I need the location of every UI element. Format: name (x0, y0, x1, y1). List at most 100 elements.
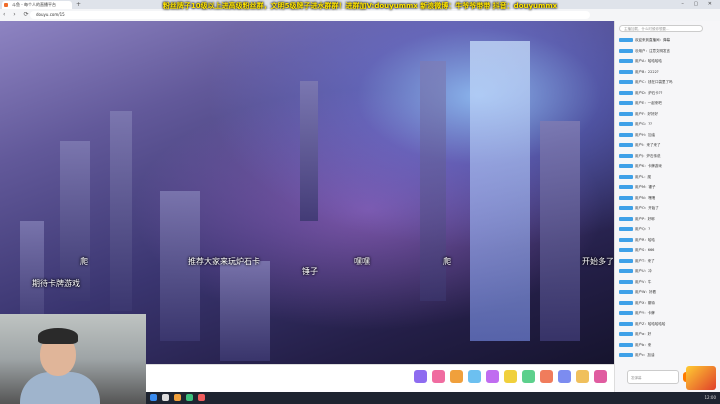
taskbar-clock: 12:00 (704, 395, 716, 400)
streamer-hair (38, 328, 78, 344)
chat-text: 用户C：钱在口袋里了吗 (635, 80, 673, 84)
fan-badge-icon (619, 153, 633, 158)
fan-badge-icon (619, 279, 633, 284)
chat-message: 用户T：来了 (619, 258, 717, 264)
chat-message: 用户D：炉石卡?? (619, 90, 717, 96)
chat-message: 用户X：期待 (619, 300, 717, 306)
fan-badge-icon (619, 258, 633, 263)
fan-badge-icon (619, 353, 633, 357)
avatar-sticker (686, 366, 716, 390)
chat-text: 用户N：嘿嘿 (635, 195, 656, 200)
chat-text: 用户G：?? (635, 122, 652, 126)
chat-message: 用户M：锤子 (619, 184, 717, 190)
taskbar-app-icon[interactable] (186, 394, 193, 401)
fan-badge-icon (619, 332, 633, 336)
fan-badge-icon (619, 111, 633, 116)
gift-icon[interactable] (486, 370, 499, 383)
new-tab-button[interactable]: + (76, 1, 81, 8)
gift-icon[interactable] (522, 370, 535, 383)
fan-badge-icon (619, 311, 633, 315)
gift-icon[interactable] (450, 370, 463, 383)
chat-message: 用户L：爬 (619, 174, 717, 180)
chat-text: 用户D：炉石卡?? (635, 90, 663, 95)
fan-badge-icon (619, 216, 633, 221)
chat-message: 用户U：冲 (619, 268, 717, 274)
chat-message: 用户N：嘿嘿 (619, 195, 717, 201)
url-input[interactable]: douyu.com/15 (30, 11, 590, 19)
chat-text: 用户X：期待 (635, 300, 655, 305)
chat-text: 用户Y：卡牌 (635, 311, 655, 315)
gift-icon[interactable] (414, 370, 427, 383)
fan-badge-icon (619, 269, 633, 273)
city-building (300, 81, 318, 221)
chat-text: 用户A：哈哈哈哈 (635, 59, 662, 63)
chat-text: 用户O：开始了 (635, 206, 659, 210)
chat-text: 用户I：来了来了 (635, 143, 661, 147)
fan-badge-icon (619, 101, 633, 105)
chat-message: 用户a：好 (619, 331, 717, 337)
chat-message: @用户：注意文明发言 (619, 48, 717, 54)
chat-message: 用户F：好好好 (619, 111, 717, 117)
subtitle: 锤子 (302, 267, 318, 276)
chat-text: 用户P：好耶 (635, 216, 655, 221)
browser-tab[interactable]: 斗鱼 - 每个人的直播平台 (2, 1, 72, 9)
video-player[interactable]: 期待卡牌游戏 推荐大家来玩炉石卡 爬 锤子 嘿嘿 爬 开始多了 (0, 21, 614, 364)
chat-search-input[interactable]: 主播加载，什么时候你想要… (619, 25, 703, 32)
taskbar-app-icon[interactable] (198, 394, 205, 401)
danmu-input[interactable]: 发弹幕 (627, 370, 679, 384)
chat-message: 用户I：来了来了 (619, 142, 717, 148)
fan-badge-icon (619, 174, 633, 179)
search-icon[interactable] (162, 394, 169, 401)
gift-icon[interactable] (468, 370, 481, 383)
city-building (540, 121, 580, 341)
streamer-body (20, 372, 100, 404)
gift-icon[interactable] (432, 370, 445, 383)
chat-message: 用户H：加油 (619, 132, 717, 138)
glowing-tower (470, 41, 530, 341)
chat-text: 用户a：好 (635, 332, 652, 336)
city-building (220, 261, 270, 361)
chat-text: 用户L：爬 (635, 174, 651, 179)
subtitle: 爬 (80, 257, 88, 266)
fan-badge-icon (619, 48, 633, 53)
taskbar-app-icon[interactable] (174, 394, 181, 401)
fan-badge-icon (619, 227, 633, 231)
chat-message: 用户Q：? (619, 226, 717, 232)
chat-message: 用户K：卡牌游戏 (619, 163, 717, 169)
chat-text: 用户V：牛 (635, 279, 652, 284)
start-icon[interactable] (150, 394, 157, 401)
chat-message: 用户O：开始了 (619, 205, 717, 211)
fan-badge-icon (619, 132, 633, 137)
fan-badge-icon (619, 164, 633, 168)
chat-text: 用户Q：? (635, 227, 651, 231)
chat-message: 用户E：一起来吧 (619, 100, 717, 106)
nav-buttons[interactable]: ‹ › ⟳ (3, 9, 32, 21)
chat-text: 用户B：2222? (635, 69, 659, 74)
gift-icon[interactable] (504, 370, 517, 383)
chat-text: 用户E：一起来吧 (635, 101, 662, 105)
gift-icon[interactable] (558, 370, 571, 383)
favicon-icon (4, 3, 8, 7)
fan-badge-icon (619, 38, 633, 42)
subtitle: 爬 (443, 257, 451, 266)
fan-badge-icon (619, 122, 633, 126)
city-building (60, 141, 90, 301)
window-controls[interactable]: – ▢ ✕ (681, 0, 716, 9)
fan-badge-icon (619, 143, 633, 147)
chat-message: 用户G：?? (619, 121, 717, 127)
chat-message: 用户S：666 (619, 247, 717, 253)
chat-text: 用户H：加油 (635, 132, 656, 137)
chat-message: 用户V：牛 (619, 279, 717, 285)
chat-text: 用户K：卡牌游戏 (635, 164, 662, 168)
subtitle: 推荐大家来玩炉石卡 (188, 257, 260, 266)
streamer-webcam (0, 314, 146, 404)
chat-text: @用户：注意文明发言 (635, 48, 670, 53)
city-building (110, 111, 132, 311)
chat-message: 欢迎来到直播间：弹幕 (619, 37, 717, 43)
chat-text: 用户F：好好好 (635, 111, 659, 116)
gift-icon[interactable] (540, 370, 553, 383)
chat-message: 用户A：哈哈哈哈 (619, 58, 717, 64)
gift-icon[interactable] (594, 370, 607, 383)
gift-icon[interactable] (576, 370, 589, 383)
chat-message: 用户W：好看 (619, 289, 717, 295)
